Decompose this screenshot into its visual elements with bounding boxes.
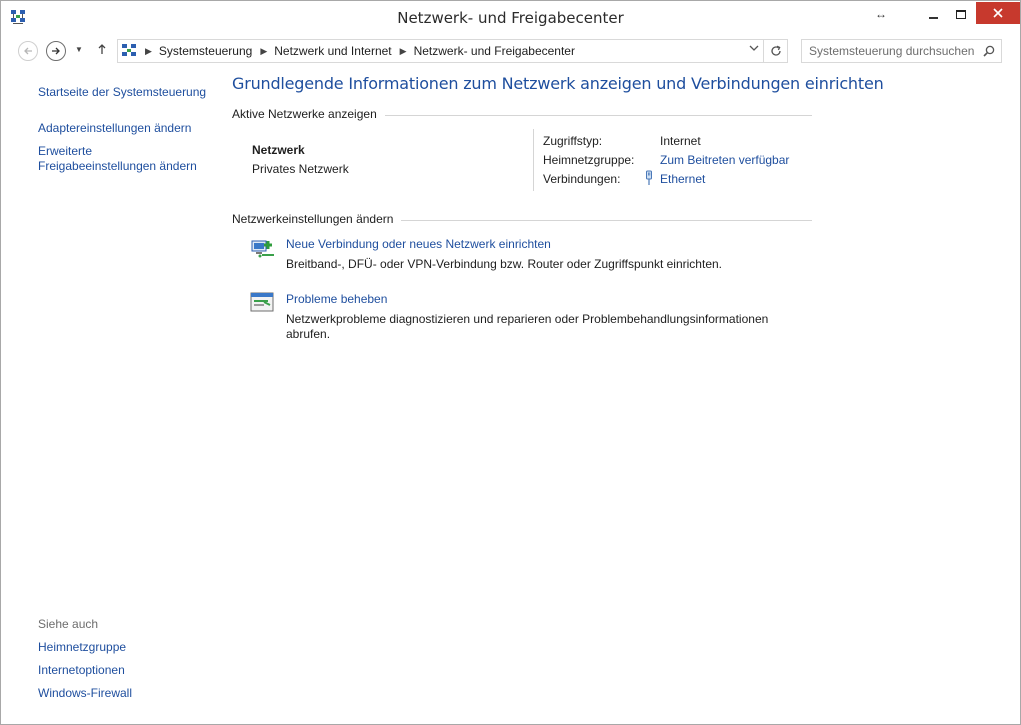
network-settings-heading-text: Netzwerkeinstellungen ändern [232,212,394,226]
breadcrumb-separator-icon[interactable]: ▶ [400,46,407,57]
task-troubleshoot-link[interactable]: Probleme beheben [286,292,387,306]
homegroup-join-link[interactable]: Zum Beitreten verfügbar [660,153,789,167]
new-connection-icon[interactable] [250,235,276,259]
recent-locations-chevron-icon[interactable]: ▼ [75,45,83,54]
link-internet-options[interactable]: Internetoptionen [38,663,125,678]
maximize-icon [956,9,966,19]
task-new-connection-link[interactable]: Neue Verbindung oder neues Netzwerk einr… [286,237,551,251]
maximize-button[interactable] [947,1,975,27]
left-pane: Startseite der Systemsteuerung Adapterei… [1,69,216,719]
homegroup-label: Heimnetzgruppe: [543,153,635,167]
window: Netzwerk- und Freigabecenter ↔ ▼ ▶ Syste… [0,0,1021,725]
ethernet-connection-link[interactable]: Ethernet [660,172,705,186]
link-homegroup[interactable]: Heimnetzgruppe [38,640,126,655]
breadcrumb-separator-icon[interactable]: ▶ [145,46,152,57]
network-type: Privates Netzwerk [252,162,349,176]
address-bar[interactable]: ▶ Systemsteuerung ▶ Netzwerk und Interne… [117,39,788,63]
access-type-label: Zugriffstyp: [543,134,603,148]
control-panel-icon [122,44,136,56]
link-advanced-sharing-settings[interactable]: Erweiterte Freigabeeinstellungen ändern [38,144,208,174]
refresh-button[interactable] [763,40,787,62]
troubleshoot-icon[interactable] [250,291,276,315]
divider [401,219,812,221]
minimize-icon [928,17,938,19]
arrow-right-icon [52,47,60,55]
forward-button[interactable] [46,41,66,61]
vertical-divider [533,129,534,191]
breadcrumb-netzwerk-und-internet[interactable]: Netzwerk und Internet [274,44,391,58]
active-networks-heading-text: Aktive Netzwerke anzeigen [232,107,377,121]
page-title: Grundlegende Informationen zum Netzwerk … [232,74,884,93]
address-dropdown-chevron-icon[interactable] [749,44,759,55]
refresh-icon [770,45,781,56]
link-adapter-settings[interactable]: Adaptereinstellungen ändern [38,121,191,136]
resize-arrows-icon[interactable]: ↔ [867,1,895,27]
network-settings-heading: Netzwerkeinstellungen ändern [232,212,812,226]
navigation-bar: ▼ ▶ Systemsteuerung ▶ Netzwerk und Inter… [1,37,1020,65]
up-button[interactable] [97,42,107,58]
search-input[interactable] [809,44,985,58]
connections-label: Verbindungen: [543,172,621,186]
access-type-value: Internet [660,134,701,148]
task-troubleshoot-description: Netzwerkprobleme diagnostizieren und rep… [286,312,769,341]
task-new-connection-description: Breitband-, DFÜ- oder VPN-Verbindung bzw… [286,257,722,271]
see-also-label: Siehe auch [38,617,99,631]
arrow-up-icon [98,44,106,54]
title-bar[interactable]: Netzwerk- und Freigabecenter ↔ [1,1,1020,33]
link-windows-firewall[interactable]: Windows-Firewall [38,686,132,701]
ethernet-icon[interactable] [644,170,654,186]
active-networks-heading: Aktive Netzwerke anzeigen [232,107,812,121]
close-button[interactable] [976,2,1020,24]
link-control-panel-home[interactable]: Startseite der Systemsteuerung [38,85,206,100]
breadcrumb-netzwerk-und-freigabecenter[interactable]: Netzwerk- und Freigabecenter [414,44,575,58]
divider [384,114,812,116]
minimize-button[interactable] [919,1,947,27]
search-box[interactable] [801,39,1002,63]
search-icon[interactable] [983,45,995,57]
back-button[interactable] [18,41,38,61]
close-icon [993,8,1003,18]
breadcrumb-separator-icon[interactable]: ▶ [260,46,267,57]
network-name: Netzwerk [252,143,305,157]
arrow-left-icon [24,47,32,55]
breadcrumb-systemsteuerung[interactable]: Systemsteuerung [159,44,252,58]
